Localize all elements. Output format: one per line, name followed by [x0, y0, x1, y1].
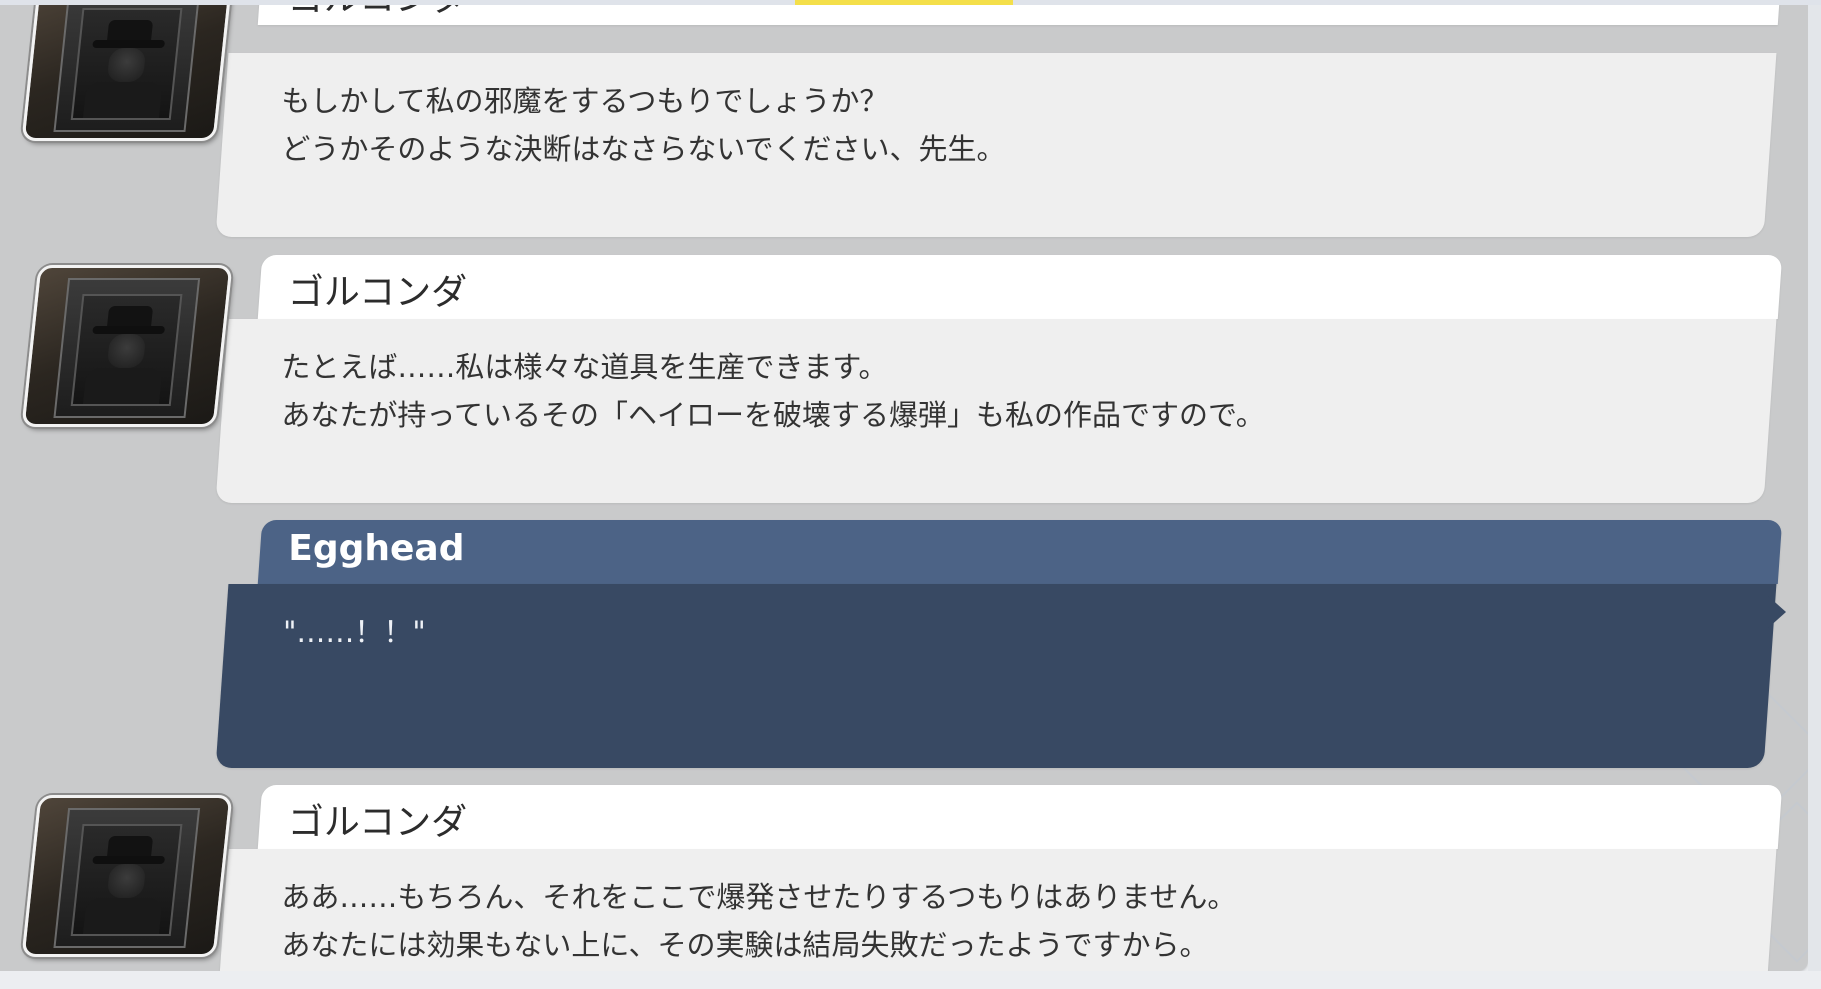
message-line: あなたには効果もない上に、その実験は結局失敗だったようですから。	[281, 928, 1209, 962]
message-text-box: もしかして私の邪魔をするつもりでしょうか？ どうかそのような決断はなさらないでく…	[215, 53, 1777, 237]
speech-pointer	[1768, 596, 1786, 628]
message-text-box: ああ……もちろん、それをここで爆発させたりするつもりはありません。 あなたには効…	[215, 849, 1777, 971]
message-text: ああ……もちろん、それをここで爆発させたりするつもりはありません。 あなたには効…	[281, 873, 1236, 969]
speaker-name-bar: ゴルコンダ	[257, 255, 1783, 319]
message-line: もしかして私の邪魔をするつもりでしょうか？	[281, 84, 889, 118]
golconde-portrait-icon	[21, 5, 233, 141]
message-line: どうかそのような決断はなさらないでください、先生。	[281, 132, 1006, 166]
speech-pointer	[226, 874, 242, 906]
speaker-name-bar: ゴルコンダ	[257, 785, 1783, 849]
speaker-name-bar: Egghead	[257, 520, 1783, 584]
message-text-box: "……！！"	[215, 584, 1777, 768]
message-text: もしかして私の邪魔をするつもりでしょうか？ どうかそのような決断はなさらないでく…	[281, 77, 1005, 173]
speaker-name: ゴルコンダ	[287, 802, 468, 843]
golconde-portrait-icon	[21, 265, 233, 427]
scrollbar[interactable]	[1808, 5, 1821, 971]
speech-pointer	[226, 78, 242, 110]
message-line: たとえば……私は様々な道具を生産できます。	[281, 350, 888, 384]
speaker-name: ゴルコンダ	[288, 5, 467, 21]
message-line: あなたが持っているその「ヘイローを破壊する爆弾」も私の作品ですので。	[281, 398, 1265, 432]
chat-log-panel[interactable]: ゴルコンダ もしかして私の邪魔をするつもりでしょうか？ どうかそのような決断はな…	[0, 5, 1808, 971]
speech-pointer	[226, 344, 242, 376]
top-bar	[0, 0, 1821, 5]
golconde-portrait-icon	[21, 795, 233, 957]
message-text: たとえば……私は様々な道具を生産できます。 あなたが持っているその「ヘイローを破…	[281, 343, 1264, 439]
message-text: "……！！"	[283, 608, 426, 656]
speaker-name-bar: ゴルコンダ	[257, 5, 1783, 25]
message-line: ああ……もちろん、それをここで爆発させたりするつもりはありません。	[281, 880, 1237, 914]
active-tab-indicator	[795, 0, 1013, 5]
bottom-strip	[0, 971, 1821, 989]
speaker-name: Egghead	[288, 528, 465, 569]
message-text-box: たとえば……私は様々な道具を生産できます。 あなたが持っているその「ヘイローを破…	[215, 319, 1777, 503]
speaker-name: ゴルコンダ	[287, 272, 468, 313]
message-line: "……！！"	[283, 615, 426, 649]
